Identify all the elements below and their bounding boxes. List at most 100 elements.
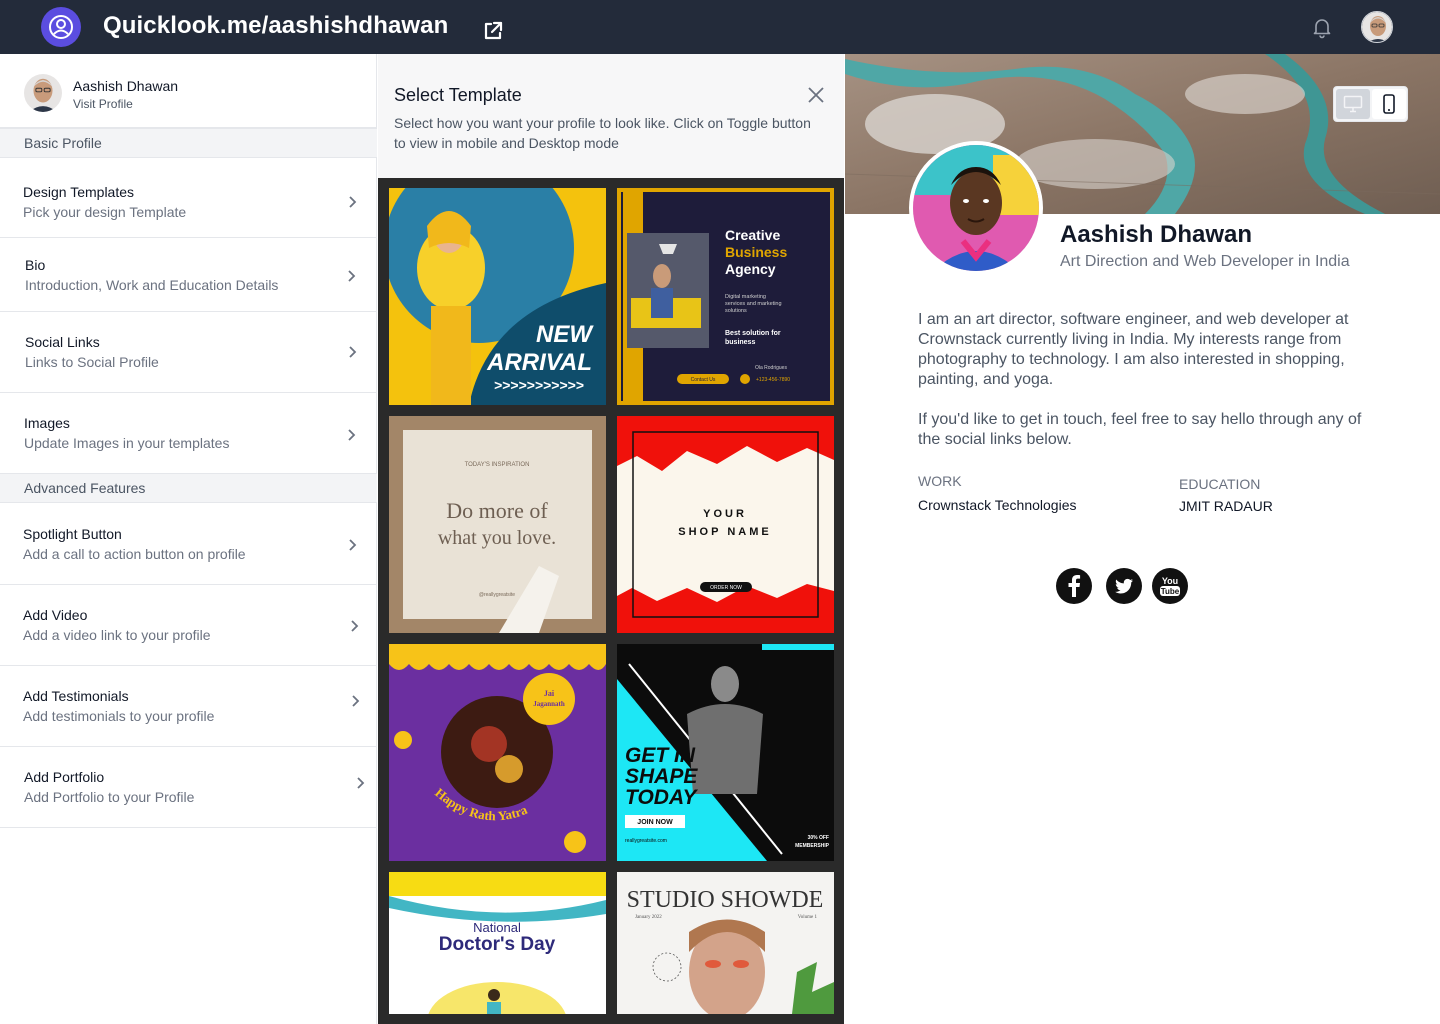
- template-card-shop-name[interactable]: YOUR SHOP NAME ORDER NOW: [617, 416, 834, 633]
- card-offer: MEMBERSHIP: [795, 843, 830, 849]
- arrows-text: >>>>>>>>>>>: [494, 377, 584, 393]
- template-panel-description: Select how you want your profile to look…: [394, 115, 811, 151]
- template-card-studio-showde[interactable]: STUDIO SHOWDE January 2022 Volume 1: [617, 872, 834, 1014]
- menu-subtitle: Pick your design Template: [23, 204, 187, 220]
- menu-spotlight-button[interactable]: Spotlight Button Add a call to action bu…: [0, 503, 377, 585]
- menu-design-templates[interactable]: Design Templates Pick your design Templa…: [0, 158, 377, 238]
- menu-subtitle: Add testimonials to your profile: [23, 708, 215, 724]
- template-card-inspiration[interactable]: TODAY'S INSPIRATION Do more of what you …: [389, 416, 606, 633]
- template-card-rath-yatra[interactable]: Jai Jagannath Happy Rath Yatra: [389, 644, 606, 861]
- card-small-text: Digital marketing: [725, 294, 766, 300]
- template-panel-header: Select Template Select how you want your…: [378, 54, 844, 178]
- template-card-doctors-day[interactable]: National Doctor's Day: [389, 872, 606, 1014]
- card-label: TODAY'S INSPIRATION: [465, 462, 530, 468]
- menu-social-links[interactable]: Social Links Links to Social Profile: [0, 312, 377, 393]
- menu-add-testimonials[interactable]: Add Testimonials Add testimonials to you…: [0, 666, 377, 747]
- template-card-business-agency[interactable]: Creative Business Agency Digital marketi…: [617, 188, 834, 405]
- view-toggle: [1333, 86, 1408, 122]
- work-label: WORK: [918, 473, 962, 489]
- menu-subtitle: Introduction, Work and Education Details: [25, 277, 279, 293]
- chevron-right-icon: [349, 346, 357, 358]
- section-advanced-features: Advanced Features: [0, 473, 377, 503]
- today-text: TODAY: [625, 786, 699, 809]
- card-cta: Contact Us: [691, 377, 716, 383]
- card-small-text: services and marketing: [725, 301, 782, 307]
- card-tagline: business: [725, 339, 755, 346]
- menu-title: Images: [24, 415, 70, 431]
- menu-subtitle: Update Images in your templates: [24, 435, 230, 451]
- user-circle-icon: [49, 15, 73, 39]
- youtube-link[interactable]: You Tube: [1152, 568, 1188, 604]
- education-value: JMIT RADAUR: [1179, 498, 1273, 514]
- menu-title: Add Portfolio: [24, 769, 105, 785]
- work-value: Crownstack Technologies: [918, 497, 1077, 513]
- menu-subtitle: Links to Social Profile: [25, 354, 159, 370]
- desktop-view-button[interactable]: [1336, 89, 1370, 119]
- studio-title-text: STUDIO SHOWDE: [627, 887, 824, 913]
- profile-name: Aashish Dhawan: [1060, 221, 1253, 248]
- top-bar: Quicklook.me/aashishdhawan: [0, 0, 1440, 54]
- profile-url-title[interactable]: Quicklook.me/aashishdhawan: [103, 12, 448, 40]
- card-date: January 2022: [635, 915, 662, 920]
- user-avatar[interactable]: [1361, 11, 1393, 43]
- profile-role: Art Direction and Web Developer in India: [1060, 253, 1350, 270]
- visit-profile-link[interactable]: Visit Profile: [73, 97, 133, 111]
- youtube-glyph: Tube: [1161, 587, 1180, 596]
- twitter-link[interactable]: [1106, 568, 1142, 604]
- app-logo[interactable]: [41, 7, 81, 47]
- your-text: YOUR: [703, 508, 747, 520]
- profile-contact-note: If you'd like to get in touch, feel free…: [918, 411, 1362, 448]
- menu-title: Social Links: [25, 334, 100, 350]
- menu-title: Spotlight Button: [23, 526, 122, 542]
- bell-icon[interactable]: [1310, 15, 1334, 39]
- menu-add-portfolio[interactable]: Add Portfolio Add Portfolio to your Prof…: [0, 747, 377, 828]
- card-volume: Volume 1: [798, 915, 818, 920]
- profile-preview: Aashish Dhawan Art Direction and Web Dev…: [845, 54, 1440, 1024]
- agency-text: Agency: [725, 261, 776, 277]
- settings-sidebar: Aashish Dhawan Visit Profile Basic Profi…: [0, 54, 377, 1024]
- arrival-text: ARRIVAL: [486, 349, 592, 376]
- card-cta: ORDER NOW: [710, 585, 742, 591]
- creative-text: Creative: [725, 227, 780, 243]
- chevron-right-icon: [348, 429, 356, 441]
- external-link-icon[interactable]: [482, 20, 504, 42]
- template-panel: Select Template Select how you want your…: [378, 54, 844, 1024]
- close-icon[interactable]: [807, 86, 825, 104]
- menu-subtitle: Add Portfolio to your Profile: [24, 789, 195, 805]
- youtube-glyph: You: [1162, 576, 1178, 586]
- user-name: Aashish Dhawan: [73, 78, 179, 94]
- card-offer: 30% OFF: [808, 835, 829, 841]
- card-person: Ola Rodrigues: [755, 365, 787, 371]
- avatar: [24, 74, 62, 112]
- card-handle: @reallygreatsite: [479, 592, 515, 598]
- chevron-right-icon: [349, 539, 357, 551]
- facebook-link[interactable]: [1056, 568, 1092, 604]
- what-you-love-text: what you love.: [438, 527, 556, 549]
- template-card-new-arrival[interactable]: NEW ARRIVAL >>>>>>>>>>>: [389, 188, 606, 405]
- do-more-text: Do more of: [446, 498, 548, 523]
- badge-text: Jai: [544, 689, 555, 698]
- profile-photo: [909, 141, 1043, 275]
- menu-bio[interactable]: Bio Introduction, Work and Education Det…: [0, 238, 377, 312]
- facebook-icon: [1068, 575, 1081, 597]
- template-card-fitness[interactable]: GET IN SHAPE TODAY JOIN NOW reallygreats…: [617, 644, 834, 861]
- national-text: National: [473, 920, 521, 935]
- menu-title: Bio: [25, 257, 46, 273]
- shop-name-text: SHOP NAME: [678, 526, 771, 538]
- new-text: NEW: [536, 321, 594, 348]
- get-in-text: GET IN: [625, 744, 696, 767]
- education-label: EDUCATION: [1179, 476, 1261, 492]
- mobile-phone-icon: [1383, 94, 1395, 114]
- menu-title: Add Video: [23, 607, 88, 623]
- chevron-right-icon: [348, 270, 356, 282]
- mobile-view-button[interactable]: [1372, 89, 1406, 119]
- chevron-right-icon: [352, 695, 360, 707]
- menu-add-video[interactable]: Add Video Add a video link to your profi…: [0, 585, 377, 666]
- desktop-icon: [1343, 95, 1363, 113]
- section-basic-profile: Basic Profile: [0, 128, 377, 158]
- card-tagline: Best solution for: [725, 330, 781, 337]
- menu-title: Add Testimonials: [23, 688, 129, 704]
- menu-images[interactable]: Images Update Images in your templates: [0, 393, 377, 474]
- badge-text: Jagannath: [533, 700, 565, 708]
- twitter-icon: [1115, 578, 1133, 594]
